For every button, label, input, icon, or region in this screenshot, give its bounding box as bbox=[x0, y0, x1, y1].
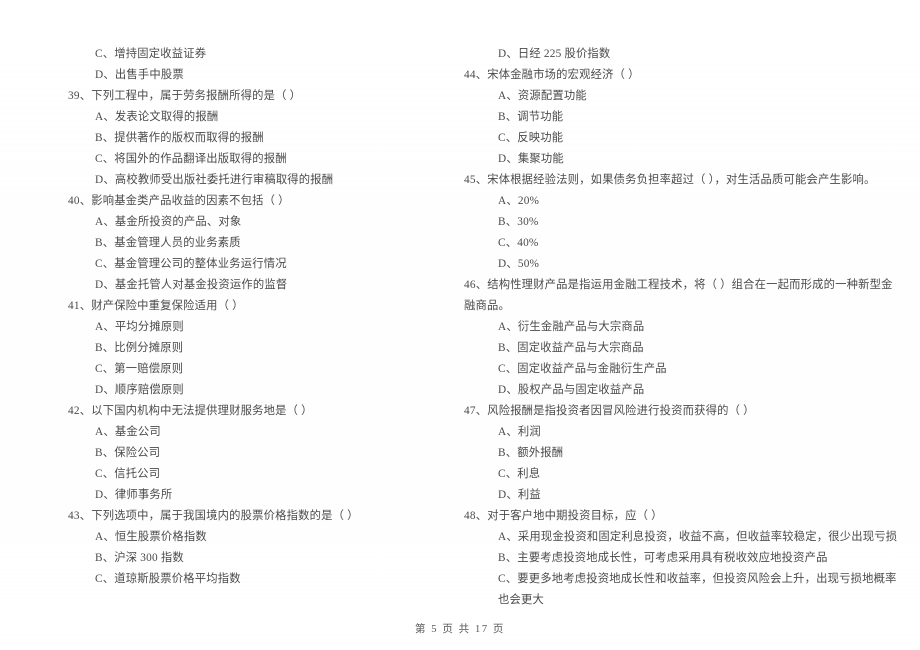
question-option[interactable]: D、律师事务所 bbox=[30, 485, 460, 506]
question-block: 46、结构性理财产品是指运用金融工程技术，将（ ）组合在一起而形成的一种新型金融… bbox=[460, 275, 902, 401]
question-option[interactable]: B、主要考虑投资地成长性，可考虑采用具有税收效应地投资产品 bbox=[460, 548, 902, 569]
two-column-layout: C、增持固定收益证券 D、出售手中股票 39、下列工程中，属于劳务报酬所得的是（ ）… bbox=[18, 44, 902, 611]
question-block: 43、下列选项中，属于我国境内的股票价格指数的是（ ） A、恒生股票价格指数 B、沪… bbox=[30, 506, 460, 590]
question-option[interactable]: D、50% bbox=[460, 254, 902, 275]
question-option[interactable]: A、平均分摊原则 bbox=[30, 317, 460, 338]
question-option[interactable]: D、基金托管人对基金投资运作的监督 bbox=[30, 275, 460, 296]
question-option[interactable]: A、基金所投资的产品、对象 bbox=[30, 212, 460, 233]
question-option[interactable]: B、比例分摊原则 bbox=[30, 338, 460, 359]
question-block: 45、宋体根据经验法则，如果债务负担率超过（ ），对生活品质可能会产生影响。 A、… bbox=[460, 170, 902, 275]
question-stem: 46、结构性理财产品是指运用金融工程技术，将（ ）组合在一起而形成的一种新型金融… bbox=[464, 279, 893, 312]
question-option[interactable]: D、日经 225 股价指数 bbox=[460, 44, 902, 65]
question-stem: 39、下列工程中，属于劳务报酬所得的是（ ） bbox=[68, 90, 302, 102]
question-stem: 44、宋体金融市场的宏观经济（ ） bbox=[464, 69, 640, 81]
question-option[interactable]: A、发表论文取得的报酬 bbox=[30, 107, 460, 128]
orphan-option-block: D、日经 225 股价指数 bbox=[460, 44, 902, 65]
question-option[interactable]: A、采用现金投资和固定利息投资，收益不高，但收益率较稳定，很少出现亏损 bbox=[460, 527, 902, 548]
question-option[interactable]: D、出售手中股票 bbox=[30, 65, 460, 86]
question-option[interactable]: C、信托公司 bbox=[30, 464, 460, 485]
question-option[interactable]: C、基金管理公司的整体业务运行情况 bbox=[30, 254, 460, 275]
question-option[interactable]: C、固定收益产品与金融衍生产品 bbox=[460, 359, 902, 380]
question-option[interactable]: B、30% bbox=[460, 212, 902, 233]
question-block: 39、下列工程中，属于劳务报酬所得的是（ ） A、发表论文取得的报酬 B、提供著作的… bbox=[30, 86, 460, 191]
question-stem: 43、下列选项中，属于我国境内的股票价格指数的是（ ） bbox=[68, 510, 359, 522]
orphan-option-block: C、增持固定收益证券 D、出售手中股票 bbox=[30, 44, 460, 86]
page-footer: 第 5 页 共 17 页 bbox=[414, 624, 506, 635]
question-option[interactable]: B、沪深 300 指数 bbox=[30, 548, 460, 569]
question-stem: 48、对于客户地中期投资目标，应（ ） bbox=[464, 510, 663, 522]
question-stem: 42、以下国内机构中无法提供理财服务地是（ ） bbox=[68, 405, 313, 417]
question-option[interactable]: C、第一赔偿原则 bbox=[30, 359, 460, 380]
question-option[interactable]: C、40% bbox=[460, 233, 902, 254]
question-option[interactable]: B、提供著作的版权而取得的报酬 bbox=[30, 128, 460, 149]
question-stem: 45、宋体根据经验法则，如果债务负担率超过（ ），对生活品质可能会产生影响。 bbox=[464, 174, 876, 186]
question-option[interactable]: D、股权产品与固定收益产品 bbox=[460, 380, 902, 401]
question-option[interactable]: D、高校教师受出版社委托进行审稿取得的报酬 bbox=[30, 170, 460, 191]
question-option[interactable]: D、利益 bbox=[460, 485, 902, 506]
question-block: 47、风险报酬是指投资者因冒风险进行投资而获得的（ ） A、利润 B、额外报酬 C、利… bbox=[460, 401, 902, 506]
question-block: 48、对于客户地中期投资目标，应（ ） A、采用现金投资和固定利息投资，收益不高，… bbox=[460, 506, 902, 611]
question-option[interactable]: C、道琼斯股票价格平均指数 bbox=[30, 569, 460, 590]
left-column: C、增持固定收益证券 D、出售手中股票 39、下列工程中，属于劳务报酬所得的是（ ）… bbox=[18, 44, 460, 590]
question-option[interactable]: C、将国外的作品翻译出版取得的报酬 bbox=[30, 149, 460, 170]
question-option[interactable]: D、集聚功能 bbox=[460, 149, 902, 170]
question-option[interactable]: A、利润 bbox=[460, 422, 902, 443]
question-option[interactable]: B、额外报酬 bbox=[460, 443, 902, 464]
question-option[interactable]: A、基金公司 bbox=[30, 422, 460, 443]
question-option[interactable]: B、调节功能 bbox=[460, 107, 902, 128]
question-option[interactable]: C、增持固定收益证券 bbox=[30, 44, 460, 65]
question-stem: 40、影响基金类产品收益的因素不包括（ ） bbox=[68, 195, 290, 207]
question-block: 44、宋体金融市场的宏观经济（ ） A、资源配置功能 B、调节功能 C、反映功能 D、集… bbox=[460, 65, 902, 170]
question-option[interactable]: A、20% bbox=[460, 191, 902, 212]
question-option[interactable]: A、恒生股票价格指数 bbox=[30, 527, 460, 548]
question-option[interactable]: A、衍生金融产品与大宗商品 bbox=[460, 317, 902, 338]
question-option[interactable]: C、利息 bbox=[460, 464, 902, 485]
question-option[interactable]: C、要更多地考虑投资地成长性和收益率，但投资风险会上升，出现亏损地概率也会更大 bbox=[460, 569, 902, 611]
question-option[interactable]: B、基金管理人员的业务素质 bbox=[30, 233, 460, 254]
question-option[interactable]: D、顺序赔偿原则 bbox=[30, 380, 460, 401]
question-option[interactable]: C、反映功能 bbox=[460, 128, 902, 149]
question-stem: 47、风险报酬是指投资者因冒风险进行投资而获得的（ ） bbox=[464, 405, 755, 417]
right-column: D、日经 225 股价指数 44、宋体金融市场的宏观经济（ ） A、资源配置功能 B、… bbox=[460, 44, 902, 611]
question-block: 40、影响基金类产品收益的因素不包括（ ） A、基金所投资的产品、对象 B、基金管理… bbox=[30, 191, 460, 296]
question-option[interactable]: A、资源配置功能 bbox=[460, 86, 902, 107]
question-block: 41、财产保险中重复保险适用（ ） A、平均分摊原则 B、比例分摊原则 C、第一赔偿原… bbox=[30, 296, 460, 401]
question-option[interactable]: B、保险公司 bbox=[30, 443, 460, 464]
exam-page: C、增持固定收益证券 D、出售手中股票 39、下列工程中，属于劳务报酬所得的是（ ）… bbox=[0, 0, 920, 650]
question-stem: 41、财产保险中重复保险适用（ ） bbox=[68, 300, 244, 312]
question-option[interactable]: B、固定收益产品与大宗商品 bbox=[460, 338, 902, 359]
question-block: 42、以下国内机构中无法提供理财服务地是（ ） A、基金公司 B、保险公司 C、信托公… bbox=[30, 401, 460, 506]
